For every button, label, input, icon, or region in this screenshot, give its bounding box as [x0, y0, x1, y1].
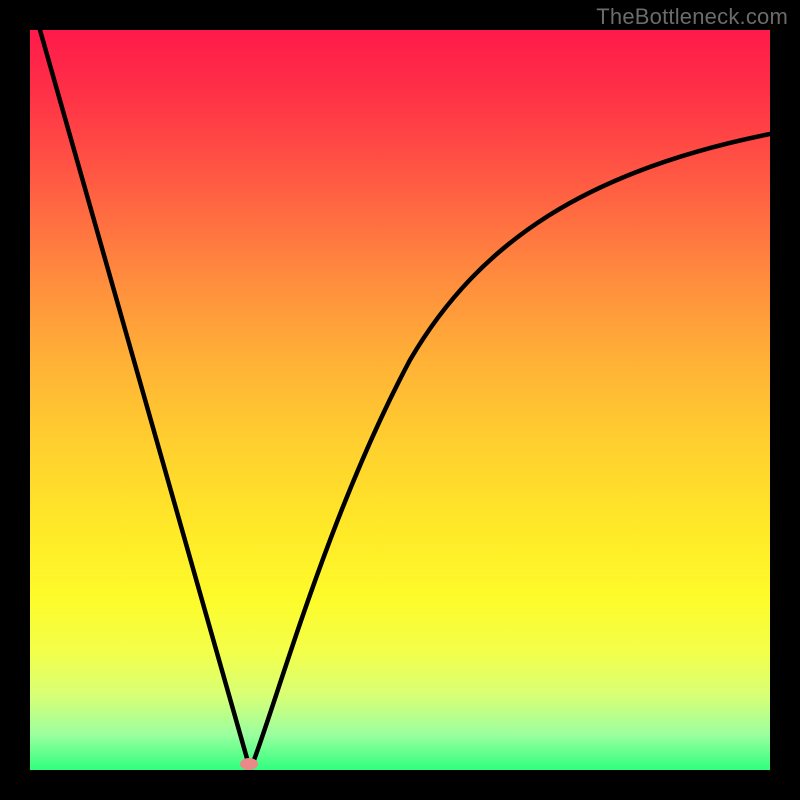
curve-path — [40, 30, 770, 765]
minimum-marker — [240, 758, 258, 770]
plot-area — [30, 30, 770, 770]
chart-frame: TheBottleneck.com — [0, 0, 800, 800]
bottleneck-curve — [30, 30, 770, 770]
watermark-text: TheBottleneck.com — [596, 4, 788, 30]
